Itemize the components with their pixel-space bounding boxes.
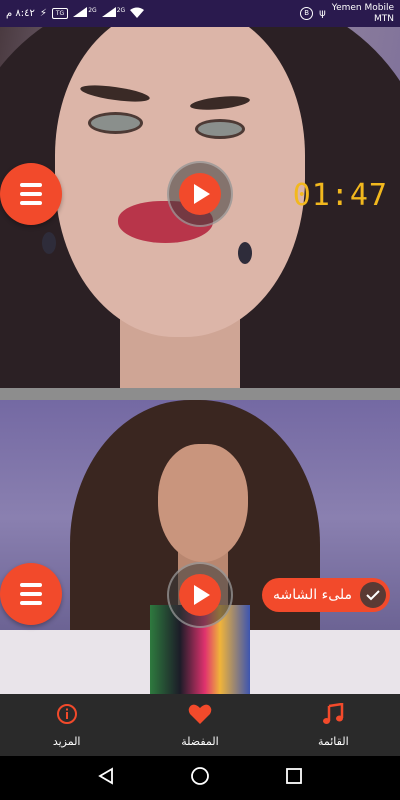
network-badge: TG: [51, 8, 69, 19]
video-divider: [0, 388, 400, 400]
status-left: ٨:٤٢ م ⚡ TG 2G 2G: [6, 6, 145, 21]
status-bar: ٨:٤٢ م ⚡ TG 2G 2G B ψ Yemen Mobile MTN: [0, 0, 400, 27]
signal-icon: [101, 7, 116, 20]
play-button[interactable]: [167, 161, 233, 227]
menu-bar: [20, 592, 42, 596]
thumbnail-earring: [42, 232, 56, 254]
nav-item-favorites[interactable]: المفضلة: [150, 703, 250, 748]
carrier-line-1: Yemen Mobile: [331, 2, 394, 13]
nav-label-list: القائمة: [317, 734, 349, 748]
usb-icon: ψ: [319, 7, 326, 19]
thumbnail-face: [158, 444, 248, 562]
info-icon: [56, 703, 78, 729]
video-thumbnail-2: [0, 400, 400, 694]
fullscreen-label: ملىء الشاشه: [273, 587, 352, 603]
nav-label-more: المزيد: [52, 734, 81, 748]
menu-bar: [20, 183, 42, 187]
carrier-line-2: MTN: [374, 13, 394, 24]
nav-item-more[interactable]: المزيد: [17, 703, 117, 748]
menu-bar: [20, 201, 42, 205]
check-icon: [360, 582, 386, 608]
thumbnail-eye: [88, 112, 143, 134]
play-icon: [179, 173, 221, 215]
play-icon: [179, 574, 221, 616]
b-badge-icon: B: [300, 7, 314, 20]
carrier-name: Yemen Mobile MTN: [332, 3, 394, 25]
signal-2g-label: 2G: [116, 6, 126, 14]
music-note-icon: [322, 702, 344, 729]
nav-item-list[interactable]: القائمة: [283, 702, 383, 748]
play-triangle: [194, 585, 210, 605]
thumbnail-eye: [195, 119, 245, 139]
heart-icon: [188, 703, 212, 729]
video-card-2[interactable]: ملىء الشاشه: [0, 400, 400, 694]
lightning-icon: ⚡: [39, 7, 47, 19]
signal-icon: [73, 7, 88, 20]
video-card-1[interactable]: 01:47: [0, 27, 400, 388]
back-icon[interactable]: [97, 767, 115, 789]
video-timer: 01:47: [292, 178, 388, 213]
home-icon[interactable]: [190, 766, 210, 790]
fullscreen-toggle[interactable]: ملىء الشاشه: [262, 578, 390, 612]
menu-bar: [20, 583, 42, 587]
wifi-icon: [130, 7, 145, 21]
system-navigation-bar: [0, 756, 400, 800]
bottom-navigation: المزيد المفضلة القائمة: [0, 694, 400, 756]
play-button[interactable]: [167, 562, 233, 628]
clock-time: ٨:٤٢ م: [6, 7, 35, 19]
thumbnail-earring: [238, 242, 252, 264]
signal-2g-label: 2G: [88, 6, 97, 14]
menu-button[interactable]: [0, 563, 62, 625]
nav-label-favorites: المفضلة: [181, 734, 219, 748]
menu-bar: [20, 601, 42, 605]
menu-button[interactable]: [0, 163, 62, 225]
play-triangle: [194, 184, 210, 204]
menu-bar: [20, 192, 42, 196]
recent-apps-icon[interactable]: [285, 767, 303, 789]
status-right: B ψ Yemen Mobile MTN: [300, 3, 394, 25]
